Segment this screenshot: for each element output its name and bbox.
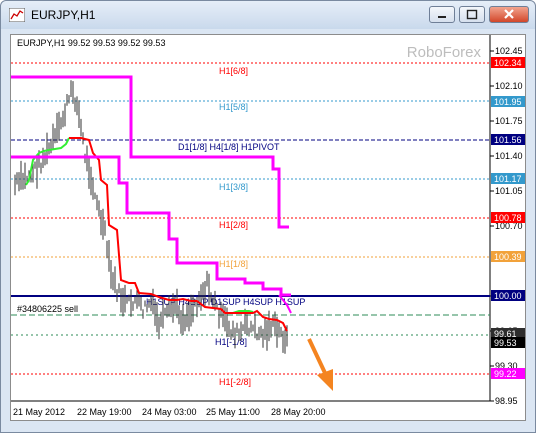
close-button[interactable] [489,6,529,23]
price-tag: 101.17 [494,174,522,184]
chart-window: EURJPY,H1 EURJPY,H1 99.52 99.53 99.52 99… [0,0,536,433]
minimize-button[interactable] [429,6,455,23]
price-tag: 100.00 [494,291,522,301]
price-tick: 98.95 [495,396,518,406]
level-label: H1[6/8] [219,66,248,76]
price-tag: 99.22 [494,369,517,379]
magenta-line [11,155,291,297]
symbol-info: EURJPY,H1 99.52 99.53 99.52 99.53 [17,38,165,48]
price-tick: 101.40 [495,151,523,161]
order-label: #34806225 sell [17,304,78,314]
pivot-label: D1[1/8] H4[1/8] H1PIVOT [178,142,280,152]
price-tag: 101.56 [494,135,522,145]
level-label: H1[2/8] [219,220,248,230]
level-label: H1[-2/8] [219,377,251,387]
price-chart[interactable]: EURJPY,H1 99.52 99.53 99.52 99.53 RoboFo… [11,35,525,420]
time-tick: 21 May 2012 [13,407,65,417]
price-tick: 102.10 [495,81,523,91]
time-tick: 24 May 03:00 [142,407,197,417]
price-tick: 102.45 [495,46,523,56]
time-tick: 25 May 11:00 [206,407,260,417]
magenta-line [11,75,289,229]
level-label: H1[3/8] [219,182,248,192]
chart-app-icon [9,8,25,22]
close-icon [504,9,514,19]
maximize-button[interactable] [459,6,485,23]
window-title: EURJPY,H1 [31,8,96,22]
price-tick: 101.75 [495,116,523,126]
price-tag: 99.53 [494,338,517,348]
price-tag: 100.39 [494,252,522,262]
time-scale: 21 May 2012 22 May 19:00 24 May 03:00 25… [13,407,326,417]
time-tick: 22 May 19:00 [77,407,132,417]
watermark: RoboForex [407,44,482,61]
price-tag: 102.34 [494,58,522,68]
price-tag: 100.78 [494,213,522,223]
title-bar[interactable]: EURJPY,H1 [1,1,535,29]
time-tick: 28 May 20:00 [271,407,326,417]
arrow-icon [307,338,333,391]
price-tag: 101.95 [494,97,522,107]
level-label: H1[5/8] [219,102,248,112]
minimize-icon [438,16,446,18]
maximize-icon [466,9,478,20]
chart-area[interactable]: EURJPY,H1 99.52 99.53 99.52 99.53 RoboFo… [10,34,526,421]
level-label: H1[1/8] [219,259,248,269]
price-tick: 101.05 [495,186,523,196]
